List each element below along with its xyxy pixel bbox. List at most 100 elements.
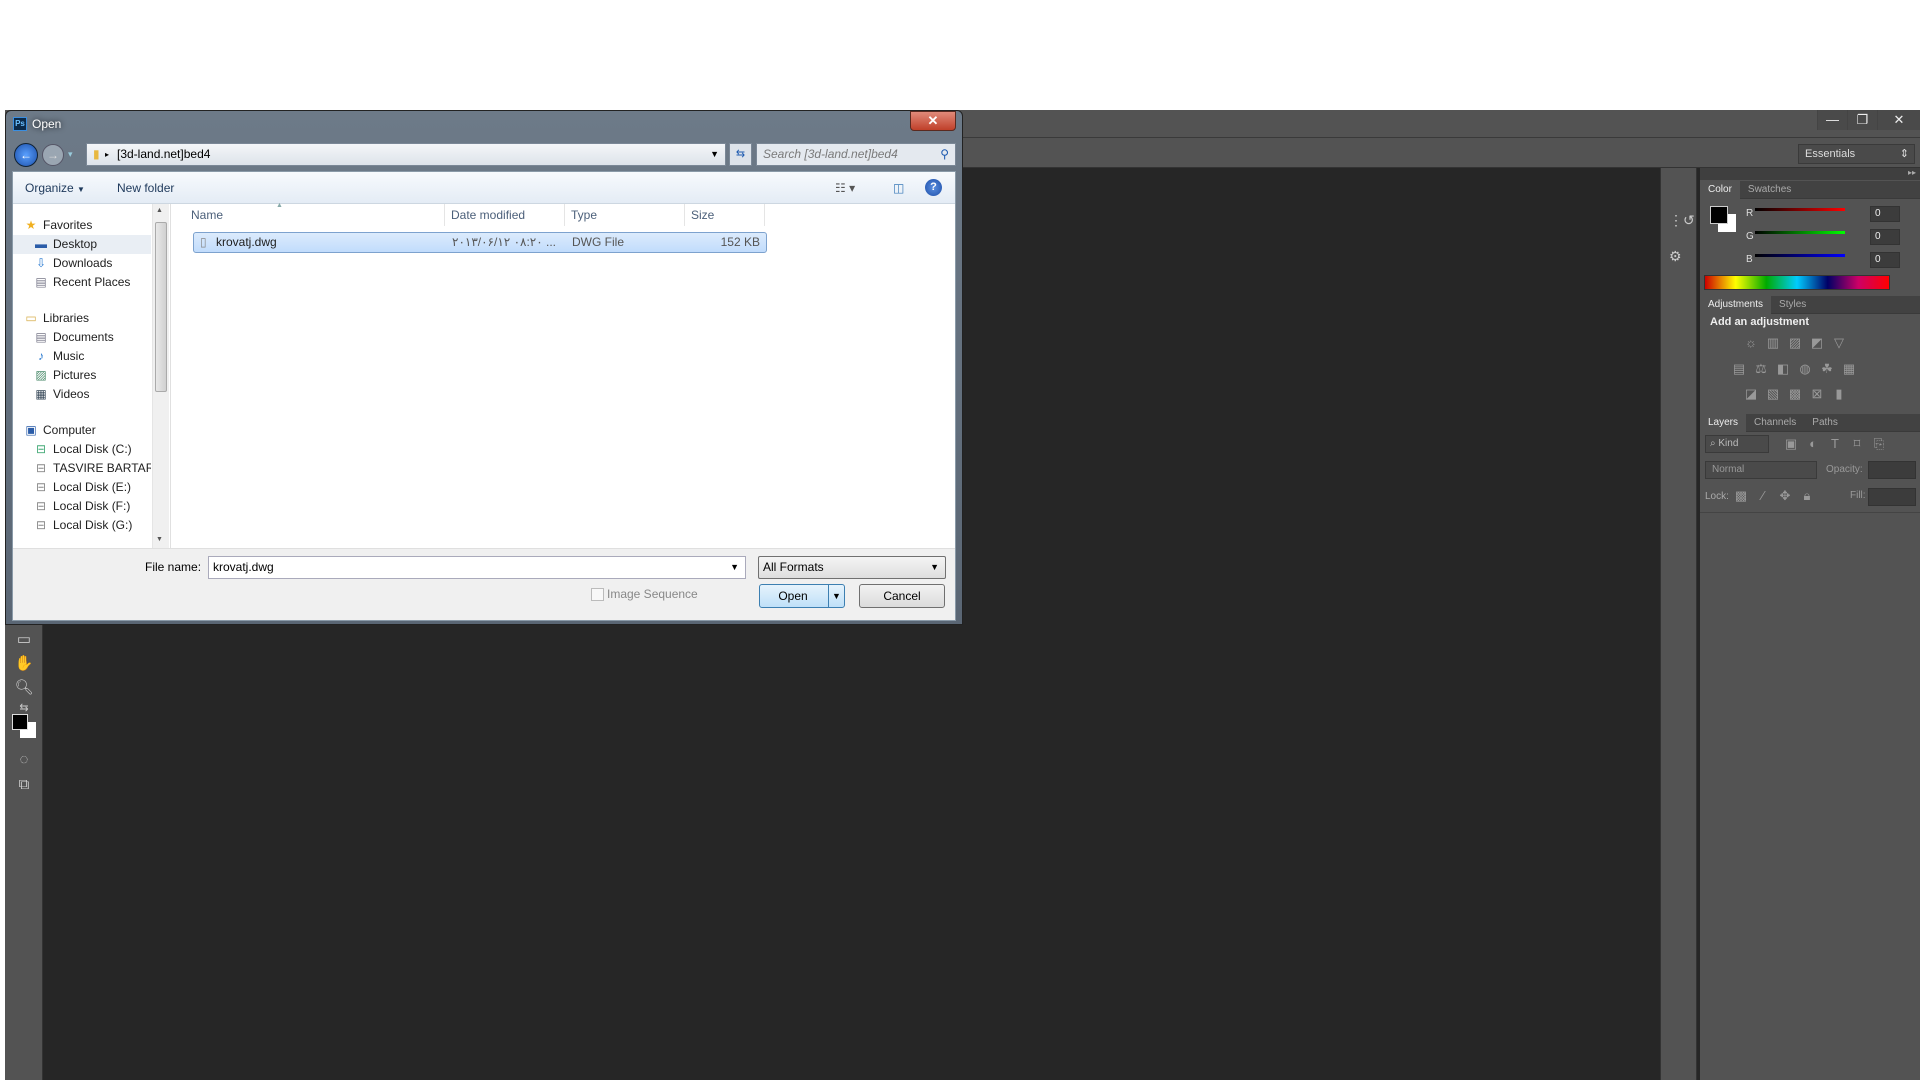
file-row[interactable]: ▯ krovatj.dwg ۲۰۱۳/۰۶/۱۲ ۰۸:۲۰ ... DWG F… xyxy=(193,232,767,253)
gradient-map-icon[interactable]: ▮ xyxy=(1828,386,1850,402)
g-input[interactable]: 0 xyxy=(1870,229,1900,245)
levels-icon[interactable]: ▥ xyxy=(1762,335,1784,351)
nav-desktop[interactable]: ▬ Desktop xyxy=(13,235,151,254)
fill-input[interactable] xyxy=(1868,488,1916,506)
open-dropdown-icon[interactable]: ▼ xyxy=(828,585,844,607)
nav-local-disk-f[interactable]: ⊟ Local Disk (F:) xyxy=(33,497,171,516)
nav-documents[interactable]: ▤ Documents xyxy=(33,328,171,347)
image-sequence-checkbox[interactable] xyxy=(591,588,604,601)
r-input[interactable]: 0 xyxy=(1870,206,1900,222)
nav-local-disk-c[interactable]: ⊟ Local Disk (C:) xyxy=(33,440,171,459)
scroll-up-icon[interactable]: ▲ xyxy=(156,207,163,214)
scrollbar-thumb[interactable] xyxy=(155,222,167,392)
lock-all-icon[interactable]: 🔒︎ xyxy=(1796,488,1818,504)
nav-music[interactable]: ♪ Music xyxy=(33,347,171,366)
nav-local-disk-g[interactable]: ⊟ Local Disk (G:) xyxy=(33,516,171,535)
b-input[interactable]: 0 xyxy=(1870,252,1900,268)
rectangle-tool-icon[interactable]: ▭ xyxy=(13,631,35,649)
preview-pane-icon[interactable]: ◫ xyxy=(893,181,904,195)
vibrance-icon[interactable]: ▽ xyxy=(1828,335,1850,351)
zoom-tool-icon[interactable]: 🔍︎ xyxy=(13,679,35,697)
black-white-icon[interactable]: ◧ xyxy=(1772,361,1794,377)
workspace-select[interactable]: Essentials ⇕ xyxy=(1798,144,1915,164)
back-button[interactable]: ← xyxy=(14,143,38,167)
nav-recent-places[interactable]: ▤ Recent Places xyxy=(33,273,171,292)
invert-icon[interactable]: ◪ xyxy=(1740,386,1762,402)
tab-adjustments[interactable]: Adjustments xyxy=(1700,296,1772,314)
new-folder-button[interactable]: New folder xyxy=(117,181,174,195)
foreground-color-swatch[interactable] xyxy=(12,714,28,730)
b-slider[interactable] xyxy=(1755,254,1845,257)
tab-paths[interactable]: Paths xyxy=(1804,414,1846,432)
photo-filter-icon[interactable]: ◍ xyxy=(1794,361,1816,377)
selective-color-icon[interactable]: ⊠ xyxy=(1806,386,1828,402)
brightness-icon[interactable]: ☼ xyxy=(1740,335,1762,350)
lock-position-icon[interactable]: ✥ xyxy=(1774,488,1796,504)
kind-filter-select[interactable]: ⌕ Kind xyxy=(1705,435,1769,453)
cancel-button[interactable]: Cancel xyxy=(859,584,945,608)
help-icon[interactable]: ? xyxy=(925,179,942,196)
recent-pages-icon[interactable]: ▾ xyxy=(68,149,73,160)
exposure-icon[interactable]: ◩ xyxy=(1806,335,1828,351)
nav-local-disk-e[interactable]: ⊟ Local Disk (E:) xyxy=(33,478,171,497)
breadcrumb[interactable]: [3d-land.net]bed4 xyxy=(117,147,210,161)
file-name-input[interactable]: krovatj.dwg ▼ xyxy=(208,556,746,579)
column-header-date-modified[interactable]: Date modified xyxy=(445,204,565,226)
threshold-icon[interactable]: ▩ xyxy=(1784,386,1806,402)
nav-favorites[interactable]: ★ Favorites xyxy=(23,216,161,235)
nav-tasvire-bartar[interactable]: ⊟ TASVIRE BARTAR xyxy=(33,459,151,478)
color-lookup-icon[interactable]: ▦ xyxy=(1838,361,1860,377)
g-slider[interactable] xyxy=(1755,231,1845,234)
screen-mode-icon[interactable]: ⧉ xyxy=(13,776,35,794)
nav-computer[interactable]: ▣ Computer xyxy=(23,421,161,440)
forward-button[interactable]: → xyxy=(42,144,64,166)
view-options-icon[interactable]: ☷ ▾ xyxy=(835,181,855,195)
nav-pictures[interactable]: ▨ Pictures xyxy=(33,366,171,385)
lock-brush-icon[interactable]: ⁄ xyxy=(1752,488,1774,503)
format-select[interactable]: All Formats ▼ xyxy=(758,556,946,579)
tab-channels[interactable]: Channels xyxy=(1746,414,1804,432)
quick-mask-icon[interactable]: ◌ xyxy=(13,751,35,769)
nav-downloads[interactable]: ⇩ Downloads xyxy=(33,254,171,273)
properties-icon[interactable]: ⚙ xyxy=(1669,248,1682,265)
column-header-type[interactable]: Type xyxy=(565,204,685,226)
smart-object-filter-icon[interactable]: ⎘ xyxy=(1868,436,1890,452)
open-button[interactable]: Open ▼ xyxy=(759,584,845,608)
hue-saturation-icon[interactable]: ▤ xyxy=(1728,361,1750,377)
lock-transparent-icon[interactable]: ▩ xyxy=(1730,488,1752,504)
foreground-color[interactable] xyxy=(1710,206,1728,224)
scroll-down-icon[interactable]: ▼ xyxy=(156,536,163,543)
adjustment-filter-icon[interactable]: ◐ xyxy=(1802,436,1824,451)
close-button[interactable]: ✕ xyxy=(1877,110,1920,130)
type-filter-icon[interactable]: T xyxy=(1824,436,1846,451)
posterize-icon[interactable]: ▧ xyxy=(1762,386,1784,402)
pixel-filter-icon[interactable]: ▣ xyxy=(1780,436,1802,452)
tab-styles[interactable]: Styles xyxy=(1771,296,1814,314)
blend-mode-select[interactable]: Normal xyxy=(1705,461,1817,479)
history-icon[interactable]: ⋮↺ xyxy=(1669,212,1695,229)
refresh-button[interactable]: ⇆ xyxy=(729,143,752,166)
tab-swatches[interactable]: Swatches xyxy=(1740,181,1799,199)
search-input[interactable]: Search [3d-land.net]bed4 ⚲ xyxy=(756,143,956,166)
column-header-size[interactable]: Size xyxy=(685,204,765,226)
collapse-icon[interactable]: ▸▸ xyxy=(1700,168,1920,180)
organize-button[interactable]: Organize ▼ xyxy=(25,181,85,195)
hand-tool-icon[interactable]: ✋ xyxy=(13,655,35,673)
dialog-close-button[interactable]: ✕ xyxy=(910,111,956,131)
chevron-down-icon[interactable]: ▼ xyxy=(730,557,739,578)
channel-mixer-icon[interactable]: ☘ xyxy=(1816,361,1838,377)
address-bar[interactable]: ▮ ▸ [3d-land.net]bed4 ▼ xyxy=(86,143,726,166)
restore-button[interactable]: ❐ xyxy=(1847,110,1877,130)
tab-color[interactable]: Color xyxy=(1700,181,1740,199)
opacity-input[interactable] xyxy=(1868,461,1916,479)
navigation-scrollbar[interactable]: ▲ ▼ xyxy=(152,204,169,548)
color-spectrum[interactable] xyxy=(1704,275,1890,290)
nav-videos[interactable]: ▦ Videos xyxy=(33,385,171,404)
curves-icon[interactable]: ▨ xyxy=(1784,335,1806,351)
nav-libraries[interactable]: ▭ Libraries xyxy=(23,309,161,328)
tab-layers[interactable]: Layers xyxy=(1700,414,1747,432)
address-dropdown-icon[interactable]: ▼ xyxy=(710,144,719,165)
minimize-button[interactable]: — xyxy=(1817,110,1847,130)
color-balance-icon[interactable]: ⚖ xyxy=(1750,361,1772,377)
column-header-name[interactable]: Name xyxy=(185,204,445,226)
